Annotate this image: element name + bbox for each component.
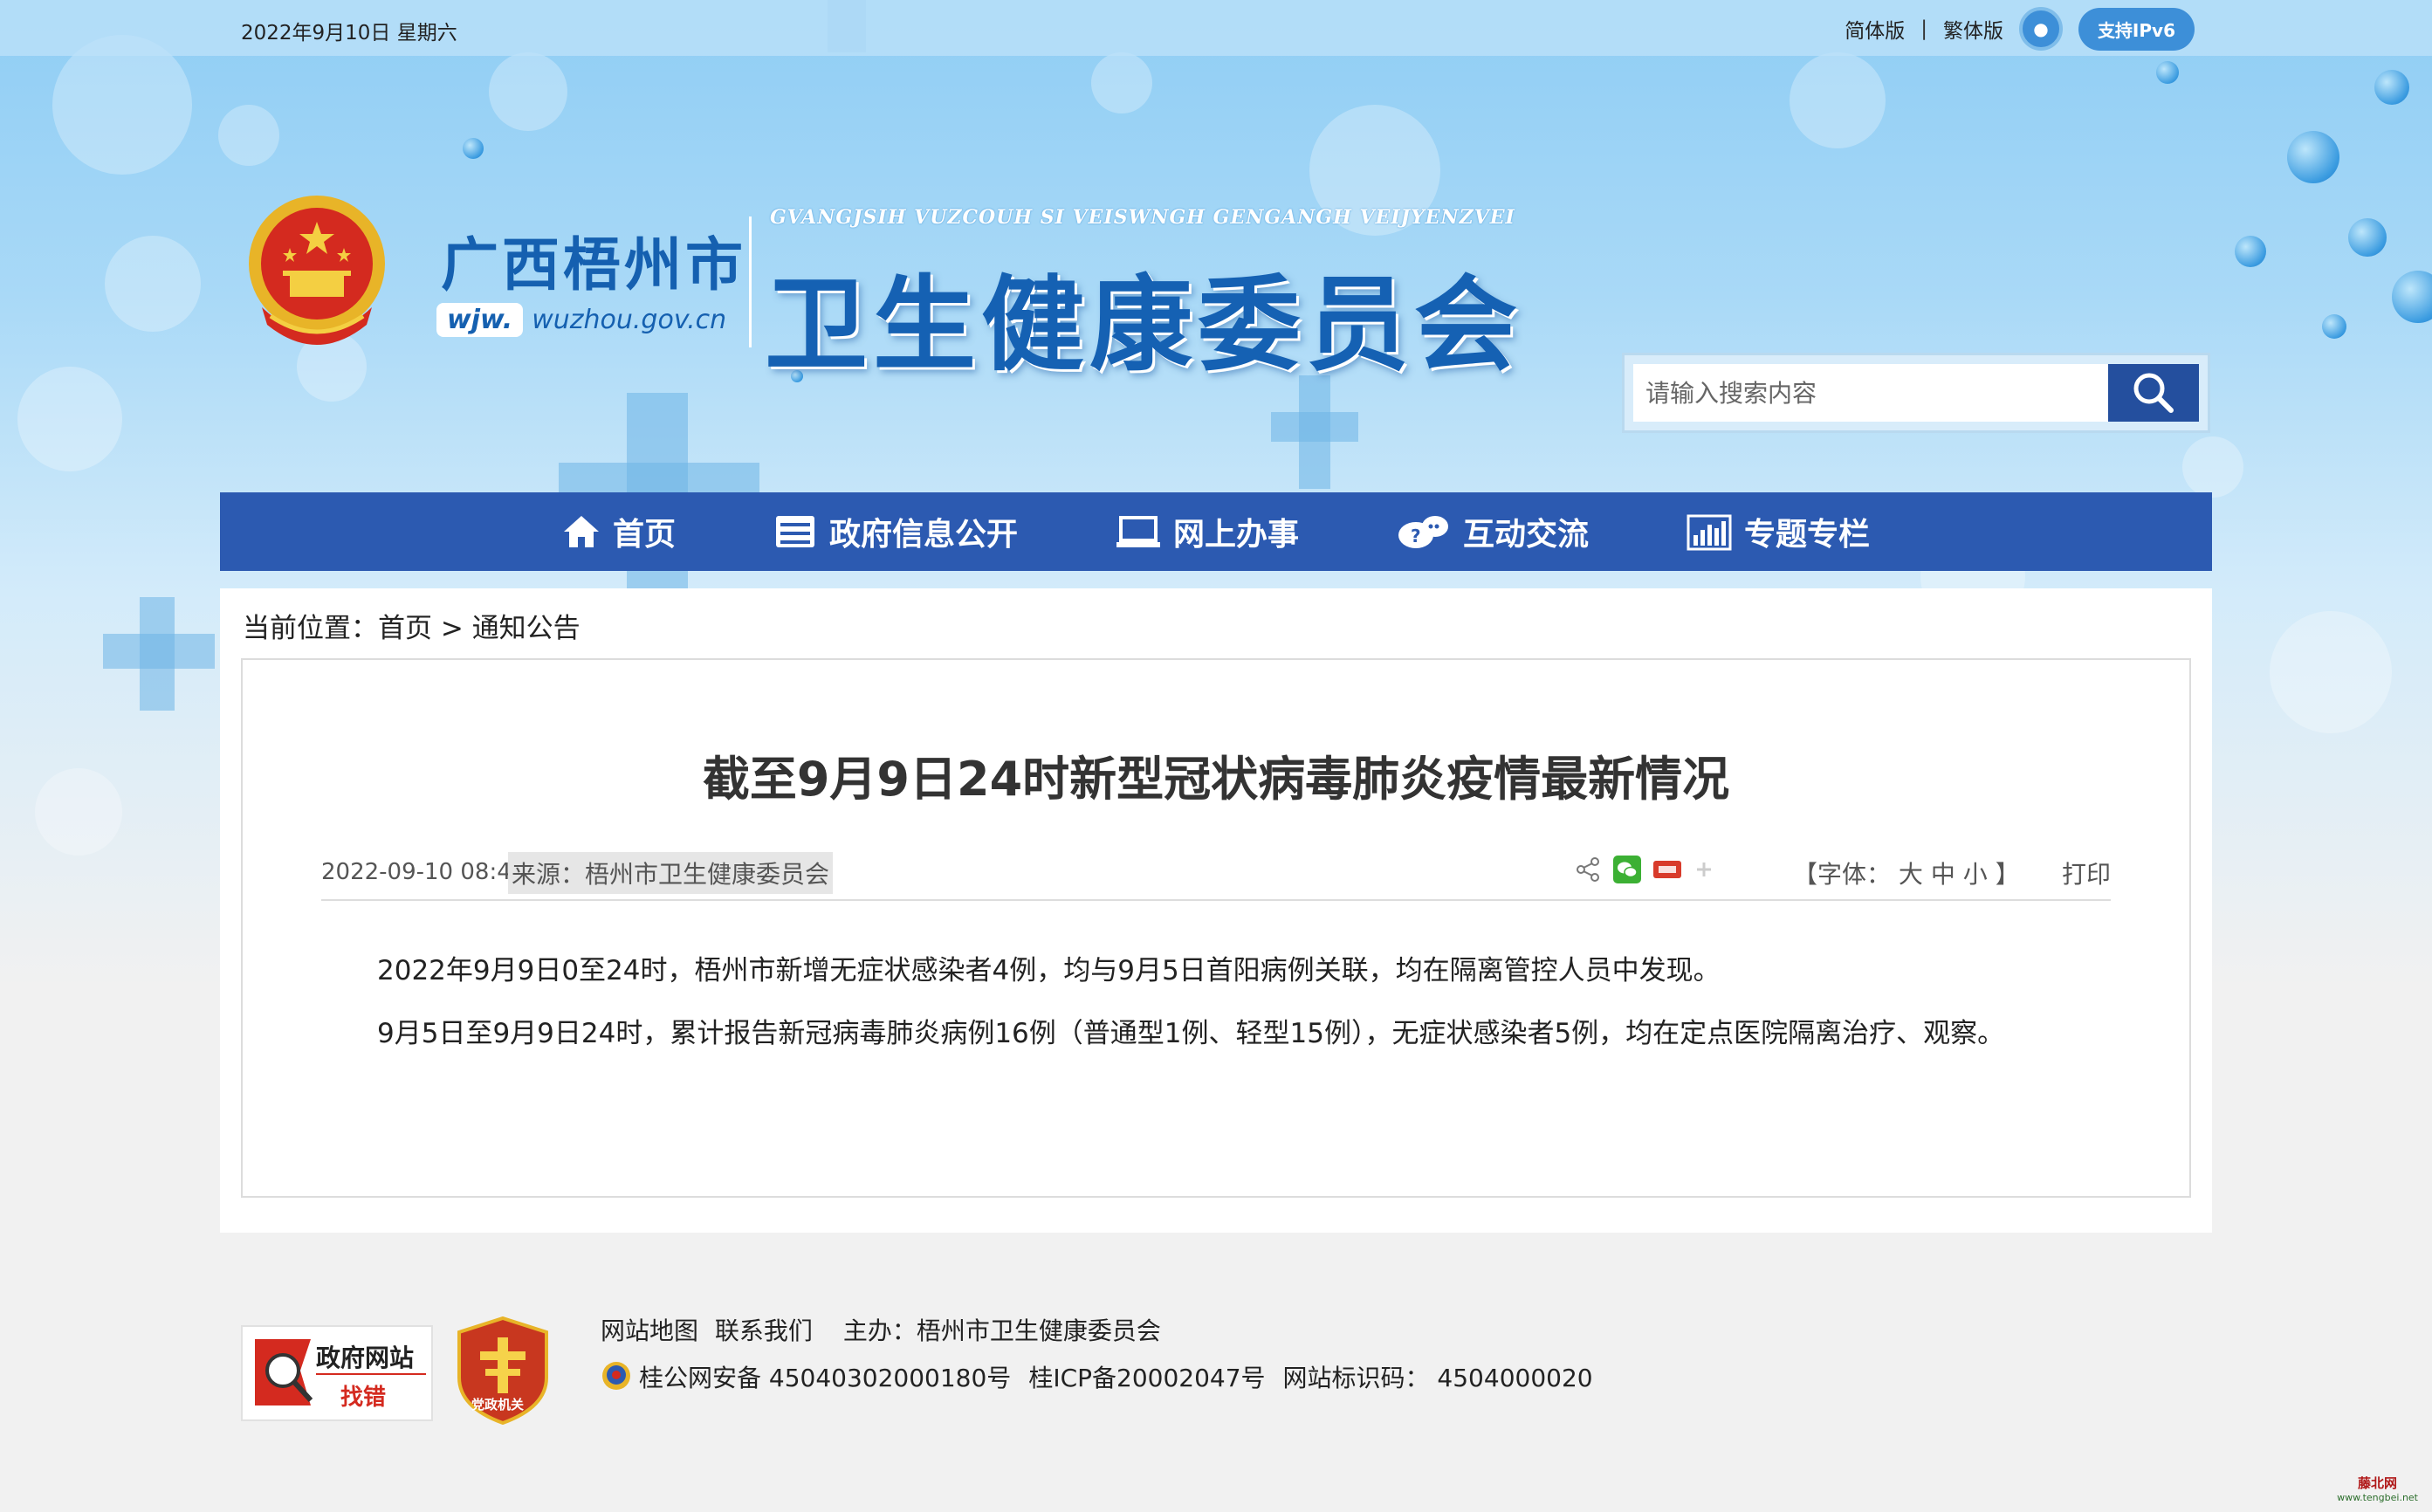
icp-link[interactable]: 桂ICP备20002047号	[1028, 1359, 1265, 1394]
gov-website-error-report-badge[interactable]: 政府网站 找错	[241, 1325, 433, 1421]
badge-line1: 政府网站	[316, 1344, 415, 1372]
publish-date: 2022-09-10 08:48	[321, 859, 526, 885]
ipv6-badge[interactable]: 支持IPv6	[2078, 7, 2195, 51]
font-size-control: 【字体： 大 中 小 】	[1793, 856, 2020, 890]
nav-item-online-service[interactable]: 网上办事	[1067, 492, 1348, 571]
article-meta: 2022-09-10 08:48 来源：梧州市卫生健康委员会 【字体： 大 中 …	[321, 852, 2111, 901]
nav-item-interaction[interactable]: ? 互动交流	[1348, 492, 1638, 571]
watermark-name: 藤北网	[2358, 1475, 2398, 1491]
accessibility-icon[interactable]: ●	[2018, 7, 2063, 51]
site-url: wjw. wuzhou.gov.cn	[436, 299, 726, 340]
breadcrumb-separator: >	[432, 613, 472, 644]
breadcrumb-prefix: 当前位置：	[243, 613, 378, 644]
search-box	[1622, 353, 2210, 433]
svg-text:?: ?	[1411, 526, 1421, 546]
search-input[interactable]	[1633, 364, 2108, 422]
article-title: 截至9月9日24时新型冠状病毒肺炎疫情最新情况	[702, 752, 1730, 807]
contact-link[interactable]: 联系我们	[715, 1316, 813, 1345]
header-divider	[749, 216, 752, 347]
footer-links: 网站地图 联系我们 主办：梧州市卫生健康委员会	[601, 1312, 1161, 1347]
site-title: 卫生健康委员会	[765, 264, 1523, 385]
badge2-label: 党政机关	[471, 1397, 525, 1412]
font-large-button[interactable]: 大	[1899, 860, 1923, 889]
wechat-icon[interactable]	[1613, 856, 1641, 883]
national-emblem-icon	[249, 196, 385, 345]
font-small-button[interactable]: 小	[1963, 860, 1988, 889]
nav-item-label: 网上办事	[1172, 517, 1299, 553]
print-button[interactable]: 打印	[2062, 856, 2111, 890]
top-bar: 2022年9月10日 星期六 简体版 | 繁体版 ● 支持IPv6	[0, 0, 2432, 56]
watermark-url: www.tengbei.net	[2337, 1492, 2418, 1503]
badge-line2: 找错	[340, 1385, 387, 1411]
font-medium-button[interactable]: 中	[1931, 860, 1955, 889]
main-nav: 首页 政府信息公开 网上办事 ? 互动交流 专题专栏	[220, 492, 2212, 571]
article-source: 来源：梧州市卫生健康委员会	[508, 852, 834, 894]
current-date: 2022年9月10日 星期六	[241, 22, 457, 45]
site-pinyin: GVANGJSIH VUZCOUH SI VEISWNGH GENGANGH V…	[770, 206, 1515, 229]
police-record-link[interactable]: 桂公网安备 45040302000180号	[639, 1359, 1011, 1394]
nav-item-gov-info[interactable]: 政府信息公开	[725, 492, 1067, 571]
breadcrumb: 当前位置：首页 > 通知公告	[243, 606, 581, 645]
nav-item-label: 政府信息公开	[828, 517, 1018, 553]
search-button[interactable]	[2108, 364, 2199, 422]
separator: |	[1920, 17, 1927, 40]
nav-item-label: 专题专栏	[1744, 517, 1871, 553]
bar-chart-icon	[1687, 514, 1732, 551]
url-prefix: wjw.	[436, 302, 524, 337]
nav-item-label: 首页	[612, 517, 676, 553]
article-paragraph: 2022年9月9日0至24时，梧州市新增无症状感染者4例，均与9月5日首阳病例关…	[377, 955, 1721, 986]
police-badge-icon	[602, 1362, 630, 1390]
top-links: 简体版 | 繁体版 ● 支持IPv6	[1845, 7, 2195, 51]
font-suffix: 】	[1995, 860, 2020, 889]
sitemap-link[interactable]: 网站地图	[601, 1316, 698, 1345]
home-icon	[563, 516, 599, 547]
share-icon[interactable]	[1575, 856, 1601, 883]
breadcrumb-home-link[interactable]: 首页	[378, 613, 432, 644]
watermark: 藤北网 www.tengbei.net	[2337, 1474, 2418, 1503]
traditional-chinese-link[interactable]: 繁体版	[1943, 14, 2003, 44]
sponsor-text: 主办：梧州市卫生健康委员会	[842, 1316, 1161, 1345]
cabinet-icon	[775, 516, 814, 547]
site-code: 网站标识码： 4504000020	[1282, 1364, 1593, 1392]
weibo-icon[interactable]	[1653, 859, 1681, 880]
party-gov-agency-badge[interactable]: 党政机关	[456, 1316, 550, 1426]
chat-icon: ?	[1398, 516, 1448, 548]
font-prefix: 【字体：	[1793, 860, 1892, 889]
simplified-chinese-link[interactable]: 简体版	[1845, 14, 1905, 44]
more-share-icon[interactable]	[1693, 859, 1714, 880]
nav-item-special-topics[interactable]: 专题专栏	[1638, 492, 1919, 571]
article: 截至9月9日24时新型冠状病毒肺炎疫情最新情况 2022-09-10 08:48…	[241, 658, 2191, 1198]
breadcrumb-current-link[interactable]: 通知公告	[472, 613, 581, 644]
footer-records: 桂公网安备 45040302000180号 桂ICP备20002047号 网站标…	[601, 1359, 1593, 1394]
nav-item-label: 互动交流	[1463, 517, 1590, 553]
article-paragraph: 9月5日至9月9日24时，累计报告新冠病毒肺炎病例16例（普通型1例、轻型15例…	[377, 1018, 2005, 1049]
share-bar	[1575, 856, 1714, 883]
url-domain: wuzhou.gov.cn	[532, 304, 727, 335]
laptop-icon	[1116, 516, 1160, 547]
nav-item-home[interactable]: 首页	[513, 492, 725, 571]
search-icon	[2133, 373, 2174, 413]
city-name: 广西梧州市	[441, 230, 746, 299]
